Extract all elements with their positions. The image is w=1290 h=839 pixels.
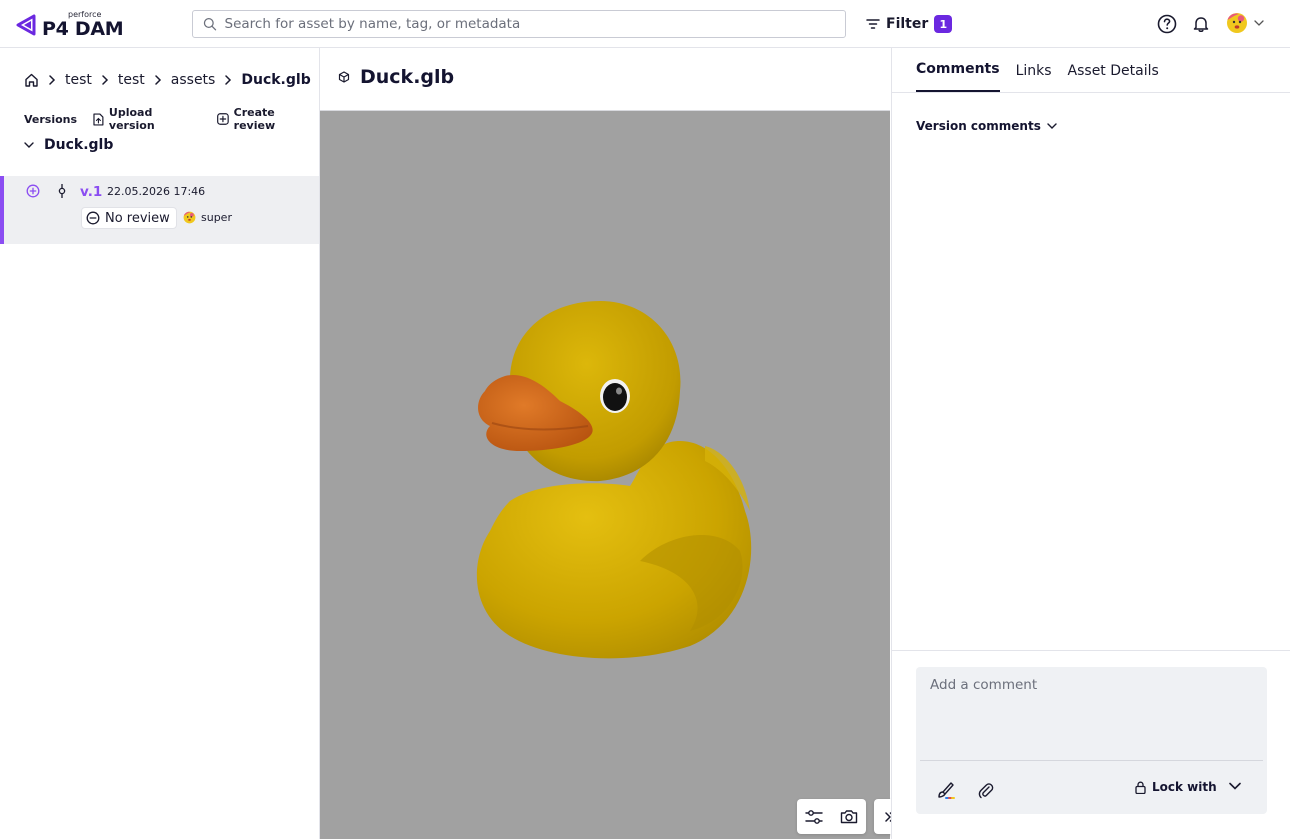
top-header: perforce P4 DAM Filter 1: [0, 0, 1290, 48]
breadcrumb-item[interactable]: test: [118, 72, 145, 88]
breadcrumb-item[interactable]: test: [65, 72, 92, 88]
camera-icon: [840, 810, 857, 824]
tabs-divider: [892, 92, 1290, 93]
versions-toolbar: Versions Upload version Create review: [24, 106, 319, 132]
annotate-button[interactable]: [934, 778, 958, 802]
chevron-down-icon: [24, 142, 34, 148]
version-author: super: [183, 211, 232, 224]
attach-button[interactable]: [974, 778, 998, 802]
review-status-label: No review: [105, 210, 170, 226]
lock-icon: [1135, 781, 1146, 794]
chevron-right-icon: [102, 75, 108, 85]
chevron-down-icon: [1254, 20, 1264, 26]
duck-3d-model[interactable]: [450, 301, 760, 671]
upload-version-button[interactable]: Upload version: [93, 106, 201, 132]
3d-viewport[interactable]: [320, 110, 906, 839]
comment-divider: [892, 650, 1290, 651]
viewport-toolbar: [797, 799, 866, 834]
asset-title-text: Duck.glb: [360, 66, 455, 88]
lock-with-button[interactable]: Lock with: [1135, 780, 1217, 794]
create-review-button[interactable]: Create review: [216, 106, 319, 132]
home-icon[interactable]: [24, 73, 39, 87]
add-circle-icon[interactable]: [26, 184, 40, 198]
versions-title: Versions: [24, 112, 78, 126]
version-label: v.1: [80, 184, 103, 200]
version-date: 22.05.2026 17:46: [107, 185, 206, 198]
minus-circle-icon: [86, 211, 100, 225]
comment-input[interactable]: [916, 667, 1267, 759]
search-icon: [203, 18, 217, 31]
version-comments-label: Version comments: [916, 119, 1041, 133]
upload-version-label: Upload version: [108, 106, 155, 132]
asset-preview-panel: Duck.glb: [320, 48, 906, 839]
tree-root-asset[interactable]: Duck.glb: [24, 137, 113, 153]
chevron-down-icon[interactable]: [1229, 782, 1241, 790]
chevron-right-icon: [225, 75, 232, 85]
comment-composer: Lock with: [916, 667, 1267, 814]
tree-root-label: Duck.glb: [44, 137, 114, 153]
bell-icon: [1193, 17, 1209, 32]
p4-logo-icon: [16, 14, 36, 36]
avatar: [1227, 13, 1247, 33]
tab-asset-details[interactable]: Asset Details: [1068, 48, 1159, 93]
cube-icon: [338, 71, 350, 83]
version-comments-dropdown[interactable]: Version comments: [916, 119, 1057, 133]
filter-icon: [866, 19, 880, 29]
search-input[interactable]: [224, 16, 845, 32]
view-settings-button[interactable]: [802, 805, 826, 829]
version-author-name: super: [201, 211, 232, 224]
upload-file-icon: [93, 112, 104, 126]
breadcrumb-item[interactable]: assets: [171, 72, 216, 88]
screenshot-button[interactable]: [837, 805, 861, 829]
tab-links[interactable]: Links: [1016, 48, 1052, 93]
breadcrumb-current: Duck.glb: [241, 72, 311, 88]
brand-name: P4 DAM: [42, 18, 124, 40]
help-button[interactable]: [1156, 13, 1178, 35]
review-status-badge[interactable]: No review: [81, 207, 177, 229]
chevron-right-icon: [49, 75, 56, 85]
filter-count-badge: 1: [934, 15, 953, 33]
tab-comments[interactable]: Comments: [916, 48, 1000, 93]
versions-panel: test test assets Duck.glb Versions Uploa…: [0, 48, 320, 839]
filter-label: Filter: [886, 16, 929, 32]
brand-logo[interactable]: perforce P4 DAM: [16, 9, 126, 41]
version-row[interactable]: v.1 22.05.2026 17:46 No review super: [0, 176, 319, 244]
create-review-label: Create review: [233, 106, 276, 132]
avatar: [183, 211, 196, 224]
brush-icon: [938, 782, 955, 799]
notifications-button[interactable]: [1190, 13, 1212, 35]
add-square-icon: [216, 113, 229, 125]
lock-with-label: Lock with: [1152, 780, 1217, 794]
details-tabs: Comments Links Asset Details: [916, 48, 1159, 93]
paperclip-icon: [978, 783, 994, 799]
filter-button[interactable]: Filter 1: [866, 12, 953, 36]
breadcrumb: test test assets Duck.glb: [24, 72, 311, 88]
asset-title: Duck.glb: [338, 66, 454, 88]
commit-icon: [58, 184, 66, 198]
user-menu[interactable]: [1226, 12, 1264, 34]
help-icon: [1157, 14, 1177, 34]
sliders-icon: [805, 809, 823, 824]
search-bar[interactable]: [192, 10, 846, 38]
composer-divider: [920, 760, 1263, 761]
details-panel: Comments Links Asset Details Version com…: [891, 48, 1290, 839]
chevron-down-icon: [1047, 123, 1057, 129]
chevron-right-icon: [155, 75, 161, 85]
